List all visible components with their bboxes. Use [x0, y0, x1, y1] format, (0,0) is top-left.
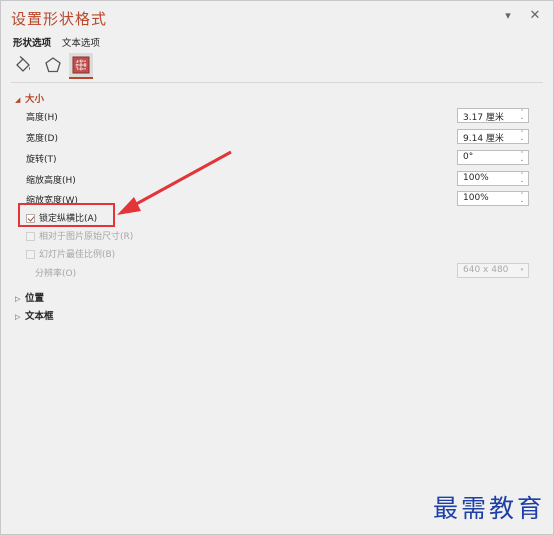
- format-shape-pane: 设置形状格式 ▾ ✕ 形状选项 文本选项 ◢ 大小 高度(H) 3.17 厘米 …: [0, 0, 554, 535]
- annotation-arrow-icon: [117, 150, 232, 215]
- watermark-text: 最需教育: [433, 494, 546, 523]
